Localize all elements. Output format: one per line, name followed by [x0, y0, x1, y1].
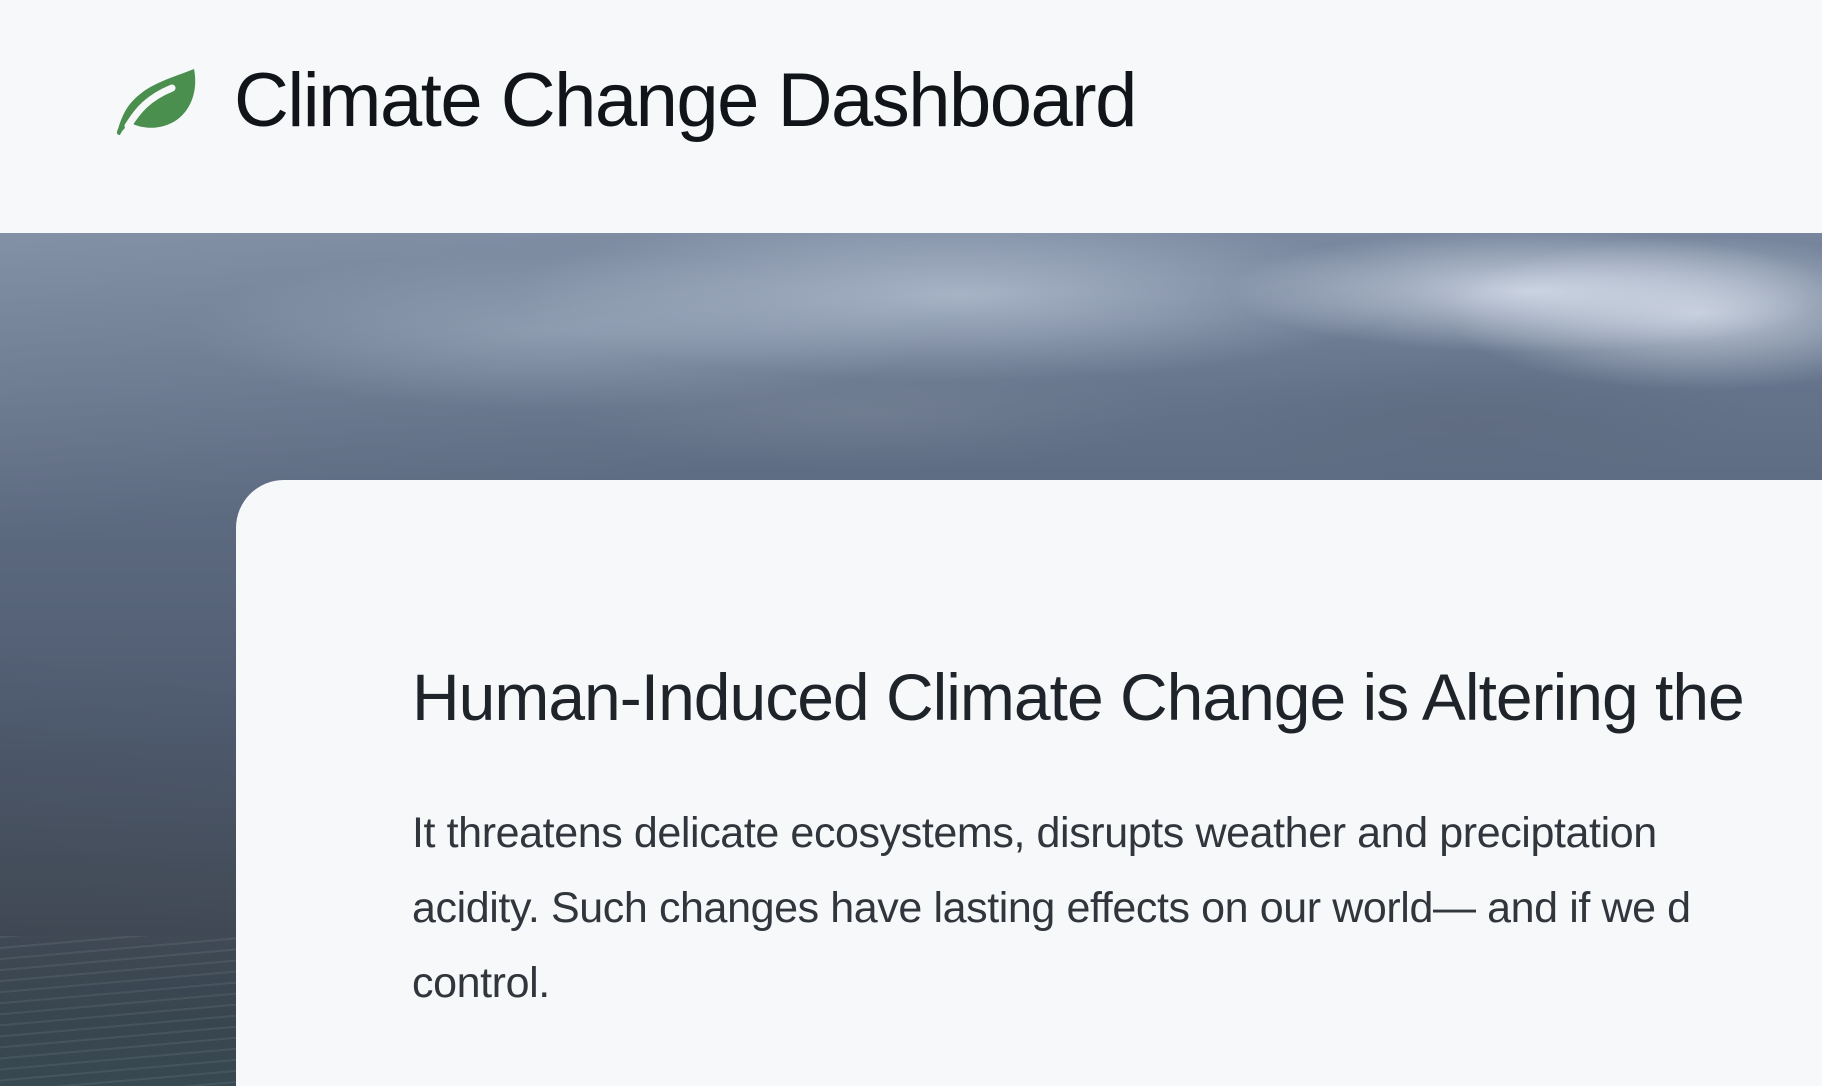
site-header: Climate Change Dashboard: [0, 0, 1822, 233]
brand-link[interactable]: Climate Change Dashboard: [110, 57, 1137, 143]
site-title: Climate Change Dashboard: [234, 57, 1137, 143]
main-headline: Human-Induced Climate Change is Altering…: [412, 660, 1745, 734]
intro-content-card: Human-Induced Climate Change is Altering…: [236, 480, 1822, 1086]
climate-dashboard-page: Climate Change Dashboard Human-Induced C…: [0, 0, 1822, 1086]
intro-line: It threatens delicate ecosystems, disrup…: [412, 809, 1657, 857]
leaf-icon: [116, 68, 196, 135]
intro-paragraph: It threatens delicate ecosystems, disrup…: [412, 796, 1822, 1021]
intro-line: acidity. Such changes have lasting effec…: [412, 884, 1691, 932]
intro-line: control.: [412, 959, 550, 1007]
